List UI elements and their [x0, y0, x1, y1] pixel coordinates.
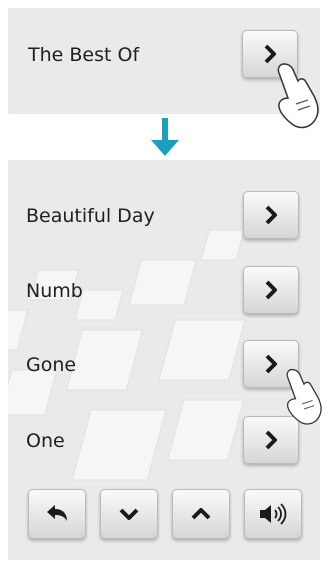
track-label-2: Numb — [26, 280, 83, 302]
playlist-label: The Best Of — [28, 44, 140, 66]
track-label-1: Beautiful Day — [26, 205, 155, 227]
chevron-right-icon — [264, 205, 278, 225]
track-open-button-2[interactable] — [243, 266, 299, 314]
chevron-right-icon — [264, 280, 278, 300]
scroll-up-button[interactable] — [172, 489, 230, 539]
back-arrow-icon — [45, 504, 69, 524]
track-label-3: Gone — [26, 354, 77, 376]
speaker-icon — [258, 503, 288, 525]
back-button[interactable] — [28, 489, 86, 539]
track-label-4: One — [26, 430, 65, 452]
track-open-button-1[interactable] — [243, 191, 299, 239]
chevron-right-icon — [264, 430, 278, 450]
arrow-down-icon — [151, 118, 179, 156]
scroll-down-button[interactable] — [100, 489, 158, 539]
chevron-up-icon — [191, 507, 211, 521]
volume-button[interactable] — [244, 489, 302, 539]
tap-hand-icon — [286, 368, 322, 425]
chevron-right-icon — [264, 354, 278, 374]
chevron-down-icon — [119, 507, 139, 521]
tap-hand-icon — [277, 63, 319, 129]
